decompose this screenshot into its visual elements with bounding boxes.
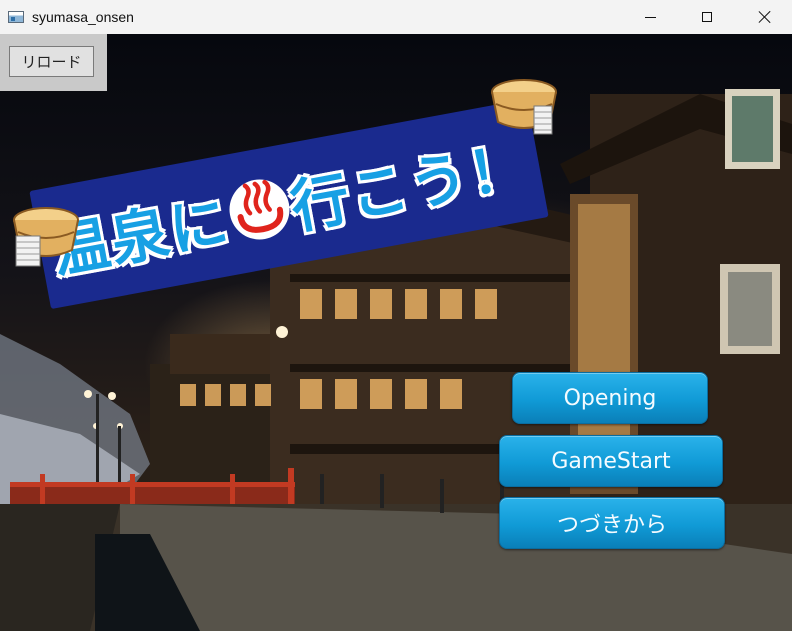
wash-tub-icon bbox=[491, 79, 557, 135]
opening-button[interactable]: Opening bbox=[512, 372, 708, 424]
onsen-icon bbox=[224, 174, 295, 245]
reload-button[interactable]: リロード bbox=[9, 46, 94, 77]
reload-panel: リロード bbox=[0, 34, 107, 91]
title-bar: syumasa_onsen bbox=[0, 0, 792, 34]
app-window-icon bbox=[8, 11, 24, 23]
wash-tub-icon bbox=[13, 207, 79, 267]
game-start-button[interactable]: GameStart bbox=[499, 435, 723, 487]
close-button[interactable] bbox=[742, 0, 788, 34]
close-icon bbox=[758, 10, 772, 24]
game-scene: リロード 温泉に 行こう！ Opening GameStart つづきから bbox=[0, 34, 792, 631]
maximize-icon bbox=[702, 12, 712, 22]
minimize-icon bbox=[644, 16, 656, 18]
onsen-symbol-graphic bbox=[237, 179, 284, 233]
maximize-button[interactable] bbox=[684, 0, 730, 34]
continue-button[interactable]: つづきから bbox=[499, 497, 725, 549]
minimize-button[interactable] bbox=[627, 0, 673, 34]
window-title: syumasa_onsen bbox=[32, 9, 134, 25]
